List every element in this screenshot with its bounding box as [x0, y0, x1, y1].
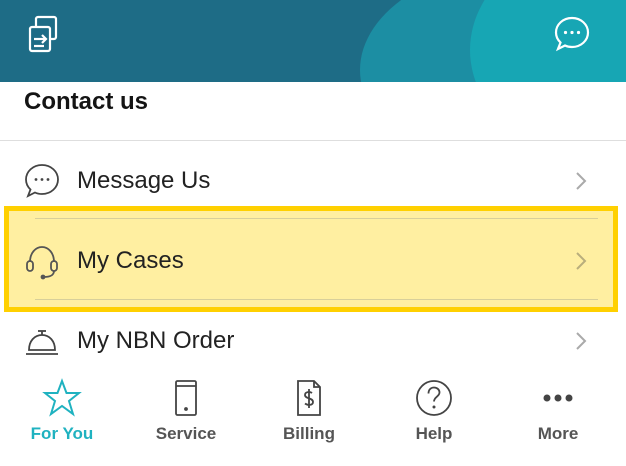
chat-bubble-icon — [22, 161, 62, 201]
row-divider — [35, 218, 598, 219]
device-icon — [166, 378, 206, 418]
list-item-label: My NBN Order — [77, 327, 235, 354]
list-item-my-cases[interactable]: My Cases — [0, 221, 626, 301]
help-icon — [414, 378, 454, 418]
tab-label: Service — [155, 424, 217, 443]
tab-label: Billing — [283, 424, 335, 443]
switch-account-icon[interactable] — [24, 14, 64, 54]
contact-us-heading: Contact us — [24, 88, 149, 115]
tab-billing[interactable]: Billing — [257, 368, 361, 466]
star-icon — [42, 378, 82, 418]
headset-icon — [22, 241, 62, 281]
list-item-label: My Cases — [77, 247, 184, 274]
header-wave-shape-light — [470, 0, 626, 82]
tab-label: For You — [30, 424, 94, 443]
list-item-label: Message Us — [77, 167, 211, 194]
row-divider — [35, 299, 598, 300]
tab-help[interactable]: Help — [382, 368, 486, 466]
app-header — [0, 0, 626, 82]
tab-for-you[interactable]: For You — [10, 368, 114, 466]
bill-icon — [289, 378, 329, 418]
chat-bubble-icon[interactable] — [552, 14, 592, 54]
tab-more[interactable]: More — [506, 368, 610, 466]
service-bell-icon — [22, 321, 62, 361]
more-icon — [538, 378, 578, 418]
tab-service[interactable]: Service — [134, 368, 238, 466]
chevron-right-icon — [574, 330, 588, 352]
tab-label: Help — [415, 424, 453, 443]
chevron-right-icon — [574, 250, 588, 272]
chevron-right-icon — [574, 170, 588, 192]
bottom-tab-bar: For You Service Billing Help More — [0, 368, 626, 466]
tab-label: More — [537, 424, 579, 443]
